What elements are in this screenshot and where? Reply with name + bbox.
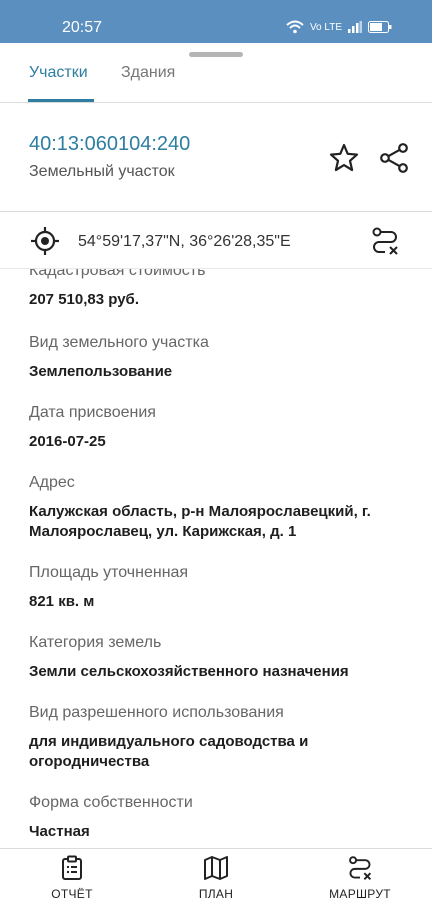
- route-icon: [349, 856, 372, 880]
- field-label: Вид разрешенного использования: [29, 704, 284, 721]
- status-icons: Vo LTE: [286, 20, 392, 34]
- signal-icon: [348, 21, 362, 33]
- field-ownership-form: Форма собственности Частная: [29, 793, 409, 842]
- field-label: Форма собственности: [29, 794, 193, 811]
- tab-parcels[interactable]: Участки: [29, 64, 88, 82]
- battery-icon: [368, 21, 392, 33]
- plan-label: ПЛАН: [198, 887, 234, 901]
- report-label: ОТЧЁТ: [51, 887, 93, 901]
- route-label: МАРШРУТ: [329, 887, 391, 901]
- field-label: Вид земельного участка: [29, 334, 209, 351]
- crosshair-icon[interactable]: [30, 226, 60, 256]
- volte-indicator: Vo LTE: [309, 21, 342, 33]
- bottom-navigation: ОТЧЁТ ПЛАН МАРШРУТ: [0, 848, 432, 911]
- wifi-icon: [286, 20, 304, 34]
- field-permitted-use: Вид разрешенного использования для индив…: [29, 703, 409, 772]
- field-area: Площадь уточненная 821 кв. м: [29, 563, 409, 612]
- parcel-header: 40:13:060104:240 Земельный участок: [0, 103, 432, 212]
- field-label: Дата присвоения: [29, 404, 156, 421]
- field-parcel-kind: Вид земельного участка Землепользование: [29, 333, 409, 382]
- field-value: для индивидуального садоводства и огород…: [29, 733, 309, 770]
- favorite-star-icon[interactable]: [328, 142, 360, 174]
- field-value: Калужская область, р-н Малоярославецкий,…: [29, 503, 371, 540]
- field-address: Адрес Калужская область, р-н Малоярослав…: [29, 473, 409, 542]
- field-land-category: Категория земель Земли сельскохозяйствен…: [29, 633, 409, 682]
- field-label: Адрес: [29, 474, 75, 491]
- field-value: Земли сельскохозяйственного назначения: [29, 663, 349, 680]
- field-value: Частная: [29, 823, 90, 840]
- field-assignment-date: Дата присвоения 2016-07-25: [29, 403, 409, 452]
- report-button[interactable]: ОТЧЁТ: [22, 855, 122, 901]
- status-bar: 20:57 Vo LTE: [0, 0, 432, 43]
- status-time: 20:57: [62, 19, 103, 36]
- field-value: 207 510,83 руб.: [29, 291, 139, 308]
- field-value: 2016-07-25: [29, 433, 106, 450]
- field-label: Площадь уточненная: [29, 564, 189, 581]
- parcel-details-list[interactable]: Кадастровая стоимость 207 510,83 руб. Ви…: [0, 269, 432, 847]
- tab-buildings[interactable]: Здания: [121, 64, 175, 82]
- sheet-drag-handle[interactable]: [189, 52, 243, 57]
- coordinates-text[interactable]: 54°59'17,37"N, 36°26'28,35"E: [78, 233, 291, 251]
- coordinates-row: 54°59'17,37"N, 36°26'28,35"E: [0, 212, 432, 269]
- tab-bar: Участки Здания: [0, 58, 432, 103]
- field-value: 821 кв. м: [29, 593, 95, 610]
- field-label: Категория земель: [29, 634, 162, 651]
- parcel-type: Земельный участок: [29, 163, 175, 180]
- active-tab-indicator: [28, 99, 94, 102]
- field-cadastral-value: Кадастровая стоимость 207 510,83 руб.: [29, 269, 409, 310]
- field-label: Кадастровая стоимость: [29, 269, 206, 279]
- route-icon[interactable]: [370, 226, 400, 256]
- plan-button[interactable]: ПЛАН: [166, 855, 266, 901]
- map-icon: [204, 856, 228, 880]
- field-value: Землепользование: [29, 363, 173, 380]
- route-button[interactable]: МАРШРУТ: [310, 855, 410, 901]
- clipboard-icon: [62, 855, 82, 880]
- cadastral-number: 40:13:060104:240: [29, 133, 191, 155]
- share-icon[interactable]: [378, 142, 410, 174]
